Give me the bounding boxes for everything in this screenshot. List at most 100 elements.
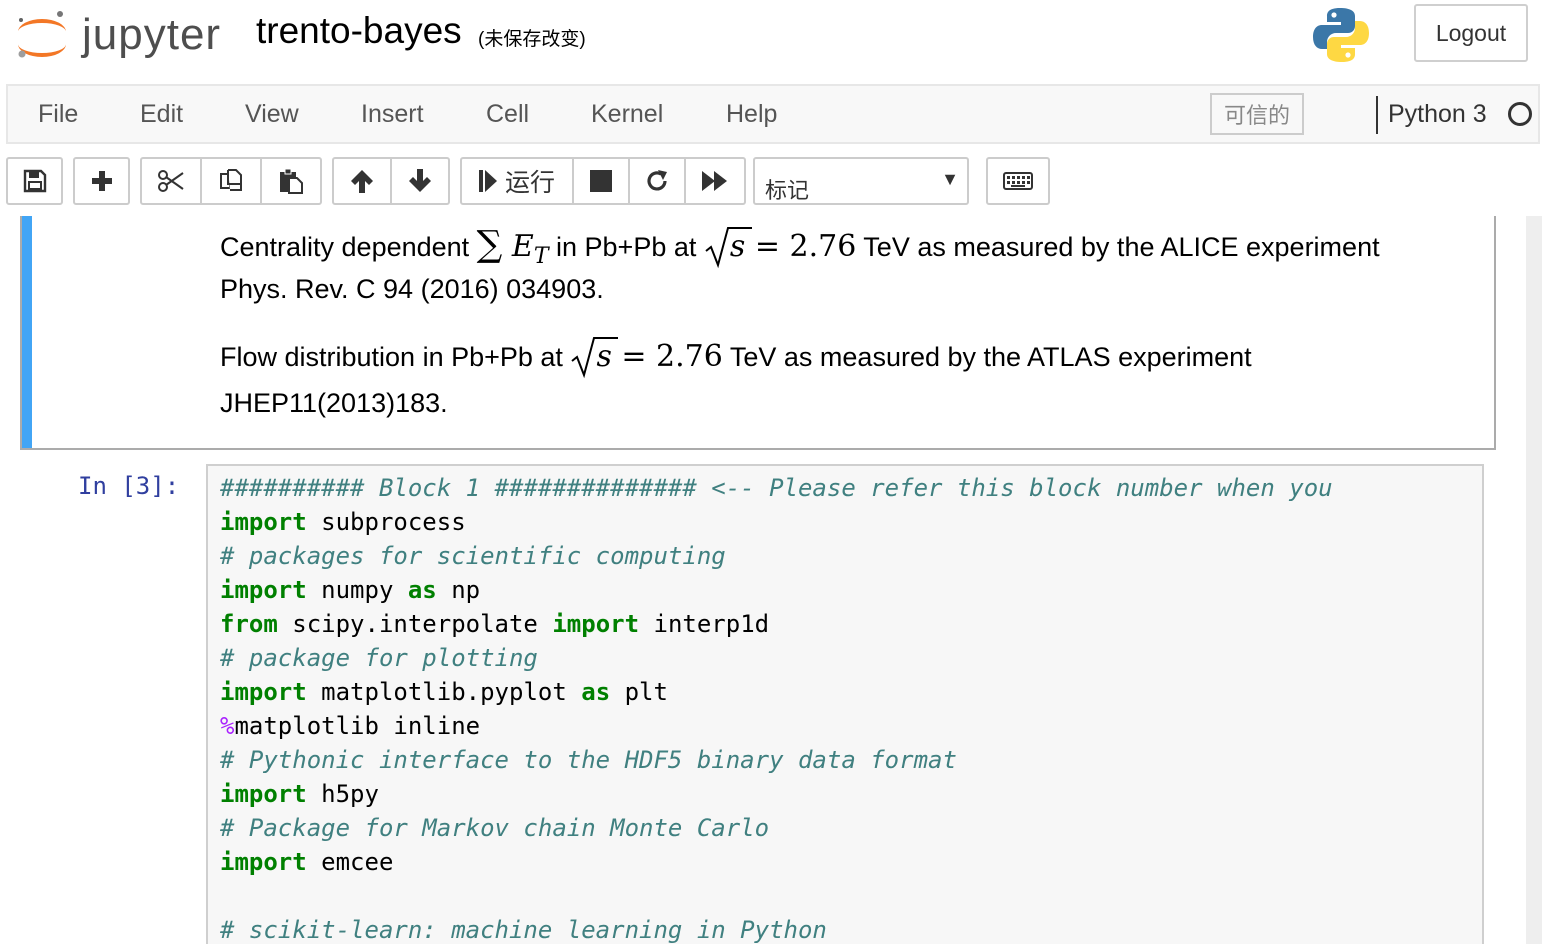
interrupt-button[interactable] [572,157,630,205]
menu-view[interactable]: View [245,100,299,129]
markdown-cell[interactable]: Centrality dependent ∑ ET in Pb+Pb at s … [20,216,1496,450]
markdown-paragraph-atlas: Flow distribution in Pb+Pb at s = 2.76 T… [220,337,1252,379]
code-token: matplotlib.pyplot [306,678,582,706]
code-token: # package for plotting [220,644,538,672]
math-sqrt-s: s = 2.76 [704,227,857,269]
code-cell-editor[interactable]: ########## Block 1 ############## <-- Pl… [206,464,1484,944]
code-token: # Package for Markov chain Monte Carlo [220,814,770,842]
menu-edit[interactable]: Edit [140,100,183,129]
selected-cell-indicator [22,216,32,448]
code-line: import subprocess [220,508,466,536]
move-down-button[interactable] [390,157,450,205]
math-T: T [533,244,549,269]
restart-button[interactable] [628,157,686,205]
code-line: import h5py [220,780,379,808]
code-line: import matplotlib.pyplot as plt [220,678,668,706]
math-sum-et: ∑ ET [477,224,549,269]
move-up-button[interactable] [332,157,392,205]
logout-button[interactable]: Logout [1414,4,1528,62]
code-token: import [220,576,307,604]
menu-kernel[interactable]: Kernel [591,100,663,129]
math-eq: = 2.76 [745,229,857,264]
sqrt-sign-icon [705,227,752,269]
cut-button[interactable] [140,157,202,205]
code-token: % [220,712,235,740]
code-token: emcee [306,848,394,876]
code-token: matplotlib inline [234,712,481,740]
code-token: plt [610,678,668,706]
restart-icon [647,170,667,191]
code-line: %matplotlib inline [220,712,480,740]
code-token: numpy [306,576,408,604]
header: jupyter trento-bayes (未保存改变) Logout [0,0,1542,82]
run-button[interactable]: 运行 [460,157,574,205]
arrow-up-icon [351,170,373,193]
insert-cell-button[interactable] [73,157,130,205]
menu-file[interactable]: File [38,100,78,129]
jupyter-logo[interactable]: jupyter [12,6,232,66]
sqrt-sign-icon [571,337,619,379]
kernel-idle-indicator-icon [1508,102,1532,126]
code-token: as [407,576,437,604]
run-label: 运行 [504,169,555,197]
markdown-reference-atlas: JHEP11(2013)183. [220,388,448,418]
cut-icon [158,170,184,192]
code-line: # packages for scientific computing [220,542,726,570]
stop-icon [590,170,612,192]
math-E: E [511,229,534,264]
command-palette-button[interactable] [986,157,1050,205]
code-token: import [552,610,640,638]
sqrt: s [570,337,619,379]
code-token: import [220,780,307,808]
copy-button[interactable] [200,157,262,205]
text-span: Centrality dependent [220,232,477,262]
code-line: # Pythonic interface to the HDF5 binary … [220,746,957,774]
input-prompt: In [3]: [78,472,180,500]
text-span: TeV as measured by the ATLAS experiment [722,342,1252,372]
notebook-name[interactable]: trento-bayes [256,10,462,52]
math-sum: ∑ [476,224,503,265]
save-button[interactable] [6,157,63,205]
jupyter-wordmark: jupyter [82,10,222,59]
code-line: import emcee [220,848,393,876]
text-span: Flow distribution in Pb+Pb at [220,342,571,372]
jupyter-logo-icon [18,11,66,58]
menubar: File Edit View Insert Cell Kernel Help 可… [6,84,1540,144]
menu-cell[interactable]: Cell [486,100,529,129]
math-eq: = 2.76 [611,339,723,374]
cell-type-value: 标记 [765,178,810,203]
code-line: import numpy as np [220,576,480,604]
code-token: import [220,848,307,876]
code-token: subprocess [306,508,466,536]
code-line: # package for plotting [220,644,538,672]
plus-icon [91,171,112,191]
step-forward-icon [478,170,497,192]
copy-icon [220,169,242,191]
code-token: from [220,610,278,638]
keyboard-icon [1003,172,1033,190]
code-token: # Pythonic interface to the HDF5 binary … [220,746,957,774]
kernel-name: Python 3 [1388,100,1487,128]
code-line: # scikit-learn: machine learning in Pyth… [220,916,827,944]
restart-run-all-button[interactable] [684,157,746,205]
cell-type-select[interactable]: 标记 ▼ [753,157,969,205]
menu-help[interactable]: Help [726,100,777,129]
code-token: import [220,678,307,706]
paste-button[interactable] [260,157,322,205]
menu-insert[interactable]: Insert [361,100,424,129]
code-token: import [220,508,307,536]
arrow-down-icon [409,169,431,192]
code-line: from scipy.interpolate import interp1d [220,610,769,638]
scrollbar[interactable] [1526,216,1542,944]
text-span: TeV as measured by the ALICE experiment [856,232,1380,262]
notebook-area[interactable]: Centrality dependent ∑ ET in Pb+Pb at s … [0,216,1542,944]
code-token: h5py [306,780,379,808]
toolbar: 运行 标记 ▼ [0,146,1542,216]
chevron-down-icon: ▼ [941,169,959,189]
markdown-paragraph-alice: Centrality dependent ∑ ET in Pb+Pb at s … [220,224,1380,269]
markdown-reference-alice: Phys. Rev. C 94 (2016) 034903. [220,274,604,304]
code-token: ########## Block 1 ############## <-- Pl… [220,474,1333,502]
trusted-indicator[interactable]: 可信的 [1210,93,1304,135]
sqrt: s [704,227,752,269]
code-line: ########## Block 1 ############## <-- Pl… [220,474,1333,502]
